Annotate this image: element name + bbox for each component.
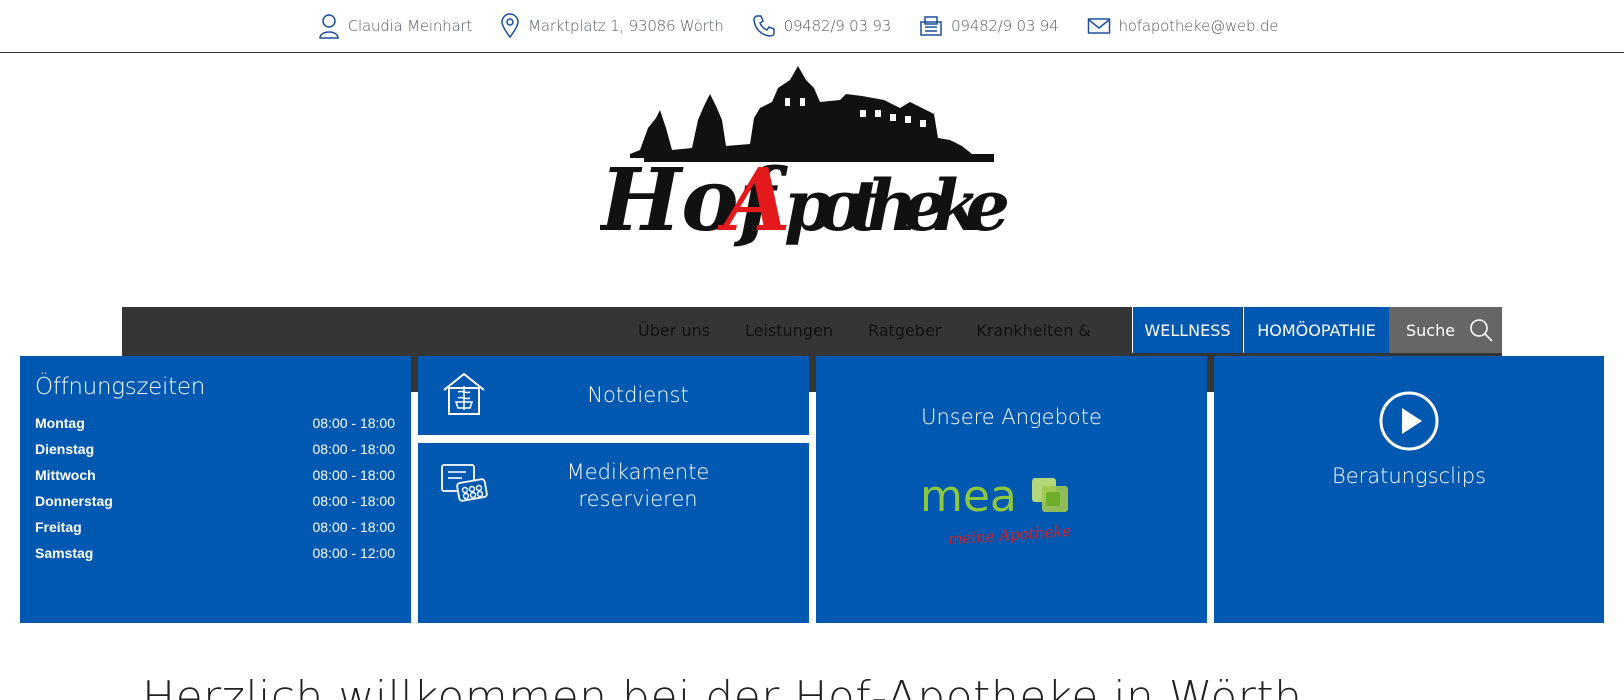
contact-name: Claudia Meinhart [347, 17, 473, 35]
logo-graphic: Hof A potheke [597, 66, 1010, 251]
hours-time: 08:00 - 18:00 [312, 467, 395, 483]
welcome-heading: Herzlich willkommen bei der Hof-Apotheke… [142, 672, 1303, 700]
hours-day: Montag [35, 415, 85, 431]
hours-time: 08:00 - 18:00 [312, 493, 395, 509]
prescription-pills-icon [441, 464, 488, 502]
search-icon [1470, 319, 1493, 342]
nav-link-leistungen[interactable]: Leistungen [745, 321, 833, 340]
hours-row: Dienstag 08:00 - 18:00 [35, 436, 395, 462]
logo-text-apotheke: potheke [784, 164, 1010, 247]
hours-time: 08:00 - 12:00 [312, 545, 395, 561]
play-icon [1379, 391, 1439, 451]
mea-logo: mea meine Apotheke [920, 474, 1072, 549]
fax-icon [920, 16, 942, 36]
hours-row: Donnerstag 08:00 - 18:00 [35, 488, 395, 514]
hours-row: Montag 08:00 - 18:00 [35, 410, 395, 436]
nav-link-ueber-uns[interactable]: Über uns [638, 321, 710, 340]
search-label: Suche [1406, 320, 1456, 340]
angebote-tile[interactable]: Unsere Angebote mea meine Apotheke [816, 356, 1207, 623]
contact-address-text: Marktplatz 1, 93086 Wörth [528, 17, 724, 35]
mea-logo-script: meine Apotheke [948, 522, 1072, 549]
hours-row: Mittwoch 08:00 - 18:00 [35, 462, 395, 488]
hours-day: Donnerstag [35, 493, 113, 509]
nav-button-homoeopathie[interactable]: HOMÖOPATHIE [1243, 307, 1389, 353]
hours-day: Mittwoch [35, 467, 96, 483]
main-nav-links: Über uns Leistungen Ratgeber Krankheiten… [638, 307, 1126, 353]
notdienst-tile[interactable]: Notdienst [418, 356, 809, 435]
medikamente-title-line2: reservieren [578, 487, 698, 511]
contact-person: Claudia Meinhart [318, 13, 472, 39]
notdienst-title: Notdienst [587, 383, 689, 407]
nav-link-krankheiten[interactable]: Krankheiten & [976, 321, 1091, 340]
person-icon [318, 14, 339, 39]
beratungsclips-tile[interactable]: Beratungsclips [1214, 356, 1604, 623]
hours-day: Freitag [35, 519, 82, 535]
contact-email-text[interactable]: hofapotheke@web.de [1119, 17, 1279, 35]
site-logo[interactable]: Hof A potheke [597, 58, 1014, 251]
contact-email[interactable]: hofapotheke@web.de [1087, 17, 1279, 35]
hours-time: 08:00 - 18:00 [312, 415, 395, 431]
contact-fax-text: 09482/9 03 94 [951, 17, 1059, 35]
beratungsclips-title: Beratungsclips [1331, 464, 1487, 488]
contact-address: Marktplatz 1, 93086 Wörth [500, 13, 724, 39]
hours-time: 08:00 - 18:00 [312, 441, 395, 457]
hours-day: Samstag [35, 545, 94, 561]
contact-phone-text[interactable]: 09482/9 03 93 [784, 17, 892, 35]
opening-hours-tile: Öffnungszeiten Montag 08:00 - 18:00 Dien… [20, 356, 411, 623]
nav-button-wellness[interactable]: WELLNESS [1132, 307, 1242, 353]
contact-fax: 09482/9 03 94 [919, 15, 1059, 37]
location-pin-icon [501, 13, 519, 39]
logo-text-accent: A [717, 150, 791, 248]
hours-row: Samstag 08:00 - 12:00 [35, 540, 395, 566]
mea-logo-text: mea [920, 474, 1017, 522]
hours-row: Freitag 08:00 - 18:00 [35, 514, 395, 540]
opening-hours-title: Öffnungszeiten [35, 374, 205, 400]
medikamente-title: Medikamente reservieren [528, 459, 748, 513]
nav-button-homoeopathie-label: HOMÖOPATHIE [1257, 320, 1376, 340]
search-button[interactable]: Suche [1389, 307, 1502, 353]
medikamente-title-line1: Medikamente [566, 460, 710, 484]
contact-phone[interactable]: 09482/9 03 93 [752, 14, 891, 38]
medikamente-reservieren-tile[interactable]: Medikamente reservieren [418, 443, 809, 623]
nav-button-wellness-label: WELLNESS [1144, 320, 1231, 340]
contact-bar: Claudia Meinhart Marktplatz 1, 93086 Wör… [0, 0, 1624, 53]
pharmacy-house-icon [443, 372, 485, 415]
nav-link-ratgeber[interactable]: Ratgeber [868, 321, 941, 340]
angebote-title: Unsere Angebote [921, 405, 1102, 429]
hours-day: Dienstag [35, 441, 95, 457]
phone-icon [752, 15, 775, 37]
hours-time: 08:00 - 18:00 [312, 519, 395, 535]
mail-icon [1087, 18, 1110, 34]
